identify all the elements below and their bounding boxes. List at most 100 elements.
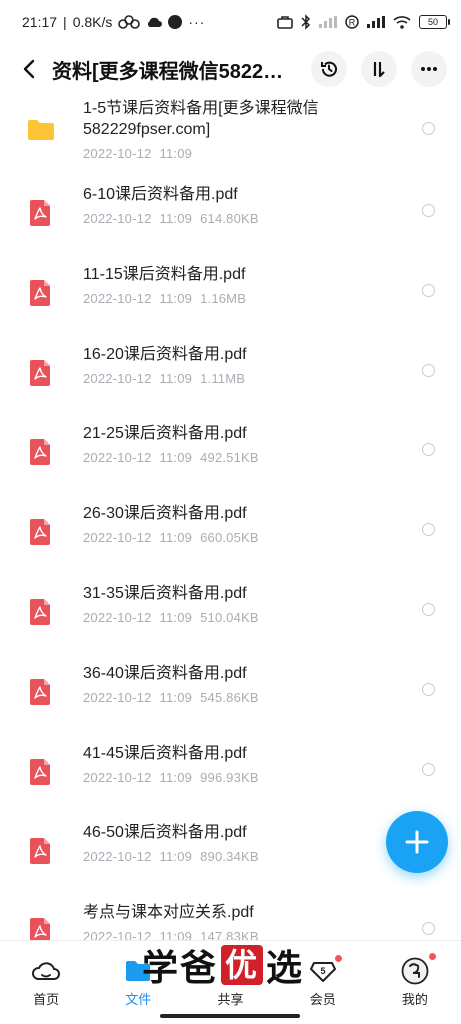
file-time: 11:09: [159, 211, 193, 226]
file-name: 1-5节课后资料备用[更多课程微信582229fpser.com]: [83, 100, 319, 138]
pdf-file-icon: [30, 918, 50, 940]
more-button[interactable]: [411, 51, 447, 87]
file-date: 2022-10-12: [83, 290, 152, 306]
file-row[interactable]: 11-15课后资料备用.pdf 2022-10-12 11:09 1.16MB: [0, 254, 461, 334]
file-row[interactable]: 1-5节课后资料备用[更多课程微信582229fpser.com] 2022-10…: [0, 94, 461, 174]
file-date: 2022-10-12: [83, 609, 152, 625]
file-date: 2022-10-12: [83, 849, 152, 865]
file-name: 16-20课后资料备用.pdf: [83, 345, 247, 363]
file-name: 21-25课后资料备用.pdf: [83, 425, 247, 443]
file-date: 2022-10-12: [83, 146, 152, 161]
network-speed: 0.8K/s: [72, 14, 113, 30]
chevron-left-icon: [23, 59, 35, 79]
history-icon: [321, 61, 337, 77]
nav-home[interactable]: 首页: [0, 941, 92, 1024]
file-row[interactable]: 41-45课后资料备用.pdf 2022-10-12 11:09 996.93KB: [0, 733, 461, 813]
folder-icon: [28, 120, 54, 140]
select-radio[interactable]: [422, 762, 435, 776]
page-title: 资料[更多课程微信58222...: [52, 60, 284, 83]
wifi-icon: [393, 15, 411, 29]
header: 资料[更多课程微信58222...: [0, 44, 461, 94]
vip-badge: [334, 955, 342, 962]
status-bar: 21:17 | 0.8K/s ··· R 50: [0, 0, 461, 44]
file-name: 考点与课本对应关系.pdf: [83, 904, 254, 922]
file-size: 492.51KB: [200, 450, 259, 466]
profile-badge: [428, 953, 436, 960]
more-status-icon: ···: [188, 14, 206, 30]
file-meta: 2022-10-12 11:09 492.51KB: [83, 450, 403, 465]
file-text: 21-25课后资料备用.pdf 2022-10-12 11:09 492.51KB: [83, 423, 403, 465]
bluetooth-icon: [301, 14, 311, 30]
select-radio[interactable]: [422, 682, 435, 696]
home-indicator: [160, 1014, 300, 1018]
file-row[interactable]: 21-25课后资料备用.pdf 2022-10-12 11:09 492.51KB: [0, 413, 461, 493]
file-name: 31-35课后资料备用.pdf: [83, 584, 247, 602]
sort-button[interactable]: [361, 51, 397, 87]
file-name: 46-50课后资料备用.pdf: [83, 824, 247, 842]
select-radio[interactable]: [422, 523, 435, 537]
file-row[interactable]: 6-10课后资料备用.pdf 2022-10-12 11:09 614.80KB: [0, 174, 461, 254]
watermark-text-right: 选: [266, 947, 305, 988]
file-name: 41-45课后资料备用.pdf: [83, 744, 247, 762]
file-time: 11:09: [159, 769, 193, 785]
back-button[interactable]: [14, 49, 44, 89]
file-time: 11:09: [159, 849, 193, 865]
more-horizontal-icon: [421, 67, 437, 71]
file-size: 996.93KB: [200, 769, 259, 785]
file-date: 2022-10-12: [83, 450, 152, 466]
file-text: 41-45课后资料备用.pdf 2022-10-12 11:09 996.93KB: [83, 743, 403, 785]
nav-share-label: 共享: [217, 992, 244, 1007]
status-left: 21:17 | 0.8K/s ···: [22, 14, 206, 30]
file-date: 2022-10-12: [83, 211, 152, 226]
vip-diamond-icon: 5: [309, 957, 337, 985]
file-time: 11:09: [159, 290, 193, 306]
file-row[interactable]: 26-30课后资料备用.pdf 2022-10-12 11:09 660.05KB: [0, 493, 461, 573]
nav-me[interactable]: 我的: [369, 941, 461, 1024]
add-button[interactable]: [386, 811, 448, 873]
select-radio[interactable]: [422, 122, 435, 135]
file-meta: 2022-10-12 11:09 1.16MB: [83, 291, 403, 306]
file-date: 2022-10-12: [83, 769, 152, 785]
select-radio[interactable]: [422, 443, 435, 457]
sort-icon: [373, 62, 385, 78]
file-name: 26-30课后资料备用.pdf: [83, 505, 247, 523]
file-name: 36-40课后资料备用.pdf: [83, 664, 247, 682]
pdf-file-icon: [30, 678, 50, 705]
watermark: 学爸优选: [142, 942, 304, 988]
file-size: 510.04KB: [200, 609, 259, 625]
signal-icon-2: [367, 16, 385, 28]
file-text: 1-5节课后资料备用[更多课程微信582229fpser.com] 2022-10…: [83, 98, 403, 161]
svg-text:R: R: [349, 18, 356, 28]
file-text: 36-40课后资料备用.pdf 2022-10-12 11:09 545.86KB: [83, 663, 403, 705]
file-row[interactable]: 31-35课后资料备用.pdf 2022-10-12 11:09 510.04KB: [0, 573, 461, 653]
pdf-file-icon: [30, 838, 50, 865]
svg-text:5: 5: [320, 966, 325, 976]
cloud-icon: [146, 16, 163, 28]
file-text: 11-15课后资料备用.pdf 2022-10-12 11:09 1.16MB: [83, 264, 403, 306]
file-row[interactable]: 16-20课后资料备用.pdf 2022-10-12 11:09 1.11MB: [0, 334, 461, 414]
file-text: 46-50课后资料备用.pdf 2022-10-12 11:09 890.34KB: [83, 822, 403, 864]
file-text: 26-30课后资料备用.pdf 2022-10-12 11:09 660.05KB: [83, 503, 403, 545]
pdf-file-icon: [30, 359, 50, 386]
file-text: 16-20课后资料备用.pdf 2022-10-12 11:09 1.11MB: [83, 344, 403, 386]
battery-level: 50: [427, 17, 438, 27]
file-row[interactable]: 36-40课后资料备用.pdf 2022-10-12 11:09 545.86KB: [0, 653, 461, 733]
file-meta: 2022-10-12 11:09 996.93KB: [83, 770, 403, 785]
nav-home-label: 首页: [33, 992, 60, 1007]
file-time: 11:09: [159, 530, 193, 546]
nav-me-label: 我的: [401, 992, 428, 1007]
pdf-file-icon: [30, 598, 50, 625]
select-radio[interactable]: [422, 922, 435, 936]
select-radio[interactable]: [422, 363, 435, 377]
select-radio[interactable]: [422, 602, 435, 616]
file-size: 890.34KB: [200, 849, 259, 865]
select-radio[interactable]: [422, 204, 435, 217]
file-meta: 2022-10-12 11:09 147.83KB: [83, 929, 403, 940]
record-icon: [168, 15, 183, 29]
file-text: 考点与课本对应关系.pdf 2022-10-12 11:09 147.83KB: [83, 902, 403, 940]
history-button[interactable]: [311, 51, 347, 87]
file-row[interactable]: 考点与课本对应关系.pdf 2022-10-12 11:09 147.83KB: [0, 892, 461, 940]
select-radio[interactable]: [422, 283, 435, 297]
signal-icon: [319, 16, 337, 28]
nav-files-label: 文件: [125, 992, 152, 1007]
